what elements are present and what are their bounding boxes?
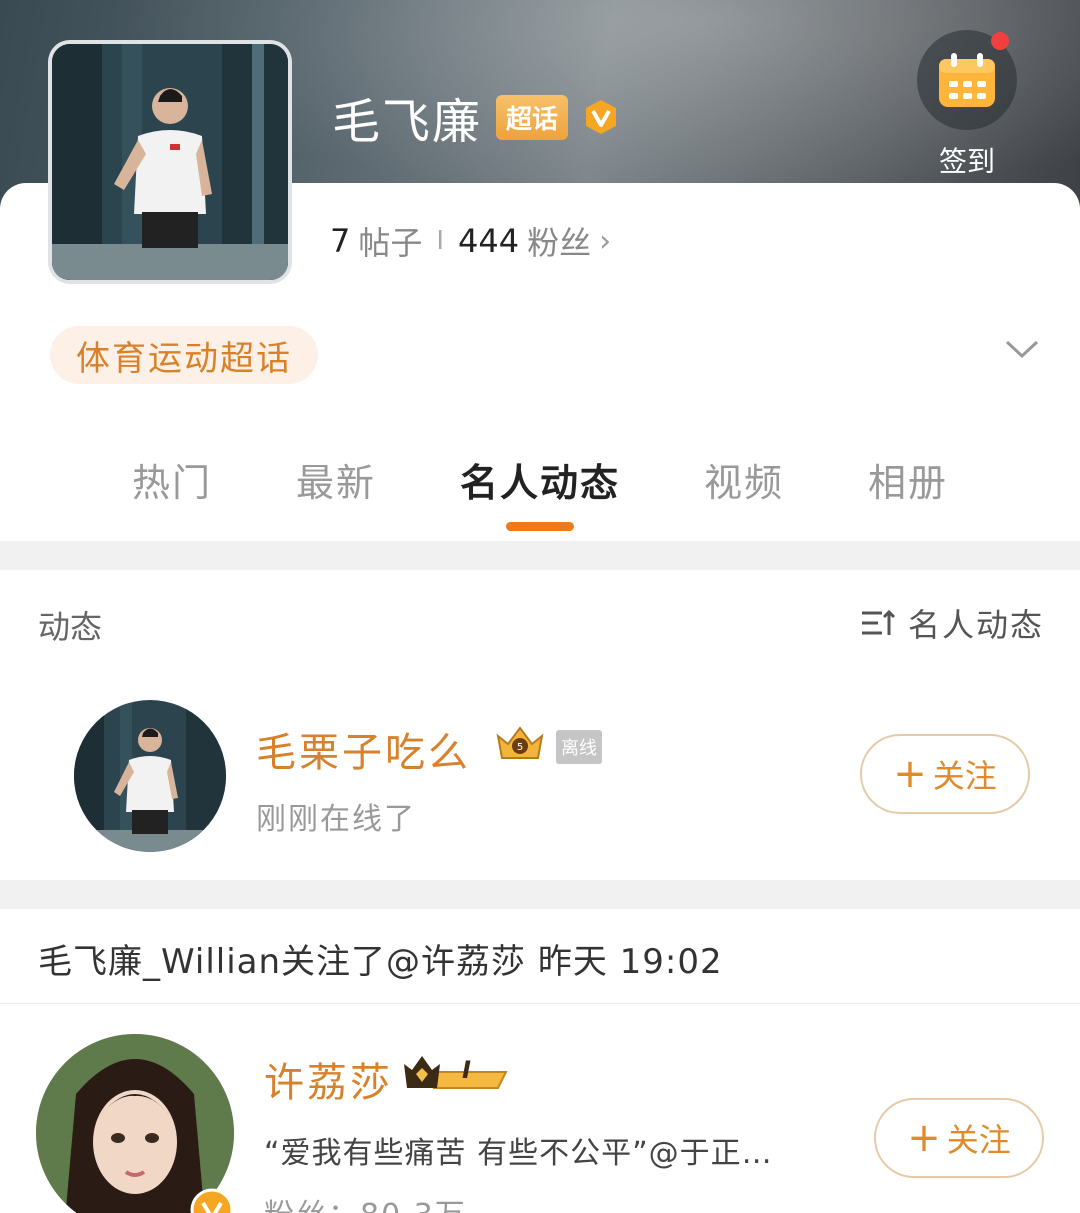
offline-tag: 离线 xyxy=(556,730,602,764)
section-gap xyxy=(0,541,1080,570)
follow-button[interactable]: + 关注 xyxy=(860,734,1030,814)
tab-latest[interactable]: 最新 xyxy=(296,452,376,512)
fans-label: 粉丝 xyxy=(527,224,592,262)
posts-label: 帖子 xyxy=(358,224,423,262)
topic-title: 毛飞廉 xyxy=(332,94,483,150)
tab-album[interactable]: 相册 xyxy=(868,452,948,512)
filter-label: 名人动态 xyxy=(907,606,1044,644)
sort-icon xyxy=(861,609,896,635)
calendar-icon xyxy=(917,30,1017,130)
filter-button[interactable]: 名人动态 xyxy=(860,600,1044,646)
user-name[interactable]: 许荔莎 xyxy=(264,1050,393,1108)
avatar[interactable] xyxy=(74,700,226,852)
category-pill[interactable]: 体育运动超话 xyxy=(50,326,318,384)
topic-title-row: 毛飞廉 超话 xyxy=(332,82,620,152)
notification-dot xyxy=(991,32,1009,50)
verified-v-icon xyxy=(586,100,617,134)
checkin-label: 签到 xyxy=(938,145,995,178)
avatar[interactable] xyxy=(36,1034,234,1213)
vip-level: I xyxy=(462,1056,471,1084)
follow-label: 关注 xyxy=(932,757,997,795)
section-header: 动态 名人动态 xyxy=(0,570,1080,670)
user-status: 刚刚在线了 xyxy=(256,802,416,837)
section-title: 动态 xyxy=(38,608,103,646)
checkin-button[interactable]: 签到 xyxy=(912,30,1022,180)
plus-icon: + xyxy=(893,751,927,797)
user-name[interactable]: 毛栗子吃么 xyxy=(256,720,471,778)
tab-video[interactable]: 视频 xyxy=(704,452,784,512)
posts-count: 7 xyxy=(330,222,351,260)
tab-bar: 热门 最新 名人动态 视频 相册 xyxy=(0,452,1080,512)
user-row[interactable]: 许荔莎 I “爱我有些痛苦 有些不公平”@于正… 粉丝：80.3万 + 关注 xyxy=(0,1004,1080,1213)
user-fans: 粉丝：80.3万 xyxy=(264,1190,467,1213)
chaohua-tag: 超话 xyxy=(496,94,569,140)
user-bio: “爱我有些痛苦 有些不公平”@于正… xyxy=(264,1136,773,1171)
section-gap xyxy=(0,880,1080,909)
user-row[interactable]: 毛栗子吃么 5 离线 刚刚在线了 + 关注 xyxy=(0,690,1080,870)
topic-stats[interactable]: 7 帖子 I 444 粉丝 › xyxy=(330,218,611,264)
chevron-right-icon: › xyxy=(599,223,612,259)
svg-text:5: 5 xyxy=(517,742,523,753)
topic-cover-image[interactable] xyxy=(48,40,292,284)
tab-hot[interactable]: 热门 xyxy=(132,452,212,512)
tab-celebrity-updates[interactable]: 名人动态 xyxy=(460,452,620,512)
crown-badge-icon: 5 xyxy=(496,726,544,759)
cover-photo xyxy=(52,44,288,280)
crown-level-icon xyxy=(404,1056,508,1089)
active-tab-indicator xyxy=(506,522,574,531)
vip-level-badge: I xyxy=(400,1052,510,1092)
stats-separator: I xyxy=(436,226,445,256)
plus-icon: + xyxy=(907,1115,941,1161)
fans-count: 444 xyxy=(458,222,520,260)
chevron-down-icon[interactable] xyxy=(1004,334,1040,364)
verified-v-icon xyxy=(190,1188,234,1213)
activity-text[interactable]: 毛飞廉_Willian关注了@许荔莎 昨天 19:02 xyxy=(38,934,723,983)
follow-button[interactable]: + 关注 xyxy=(874,1098,1044,1178)
follow-label: 关注 xyxy=(946,1121,1011,1159)
